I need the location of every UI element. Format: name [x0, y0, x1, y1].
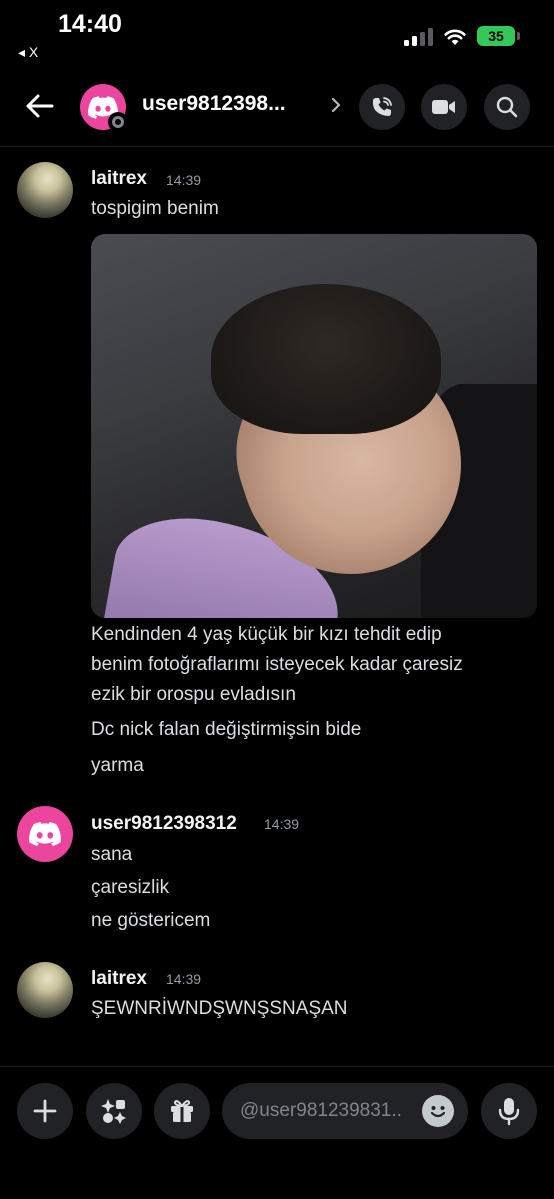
message-input[interactable]: @user981239831..	[222, 1083, 468, 1139]
message-text: yarma	[91, 755, 144, 776]
message-text: benim fotoğraflarımı isteyecek kadar çar…	[91, 654, 463, 675]
gift-icon	[171, 1100, 193, 1122]
status-bar: 14:40 ◂ X 35	[0, 0, 554, 70]
header-divider	[0, 146, 554, 147]
wifi-icon	[444, 29, 466, 45]
emoji-icon[interactable]	[422, 1095, 454, 1127]
battery-icon: 35	[477, 26, 515, 46]
avatar[interactable]	[17, 162, 73, 218]
message-timestamp: 14:39	[166, 172, 202, 188]
message-timestamp: 14:39	[166, 971, 202, 987]
back-to-app-link[interactable]: ◂ X	[18, 44, 38, 61]
header-username[interactable]: user9812398...	[142, 92, 314, 116]
avatar[interactable]	[17, 806, 73, 862]
message-text: tospigim benim	[91, 198, 219, 219]
voice-message-button[interactable]	[481, 1083, 537, 1139]
plus-icon	[33, 1099, 57, 1123]
add-attachment-button[interactable]	[17, 1083, 73, 1139]
avatar[interactable]	[17, 962, 73, 1018]
message-text: Kendinden 4 yaş küçük bir kızı tehdit ed…	[91, 624, 442, 645]
message-text: ne göstericem	[91, 910, 211, 931]
video-call-button[interactable]	[421, 84, 467, 130]
gift-button[interactable]	[154, 1083, 210, 1139]
smiley-face-glyph	[430, 1106, 446, 1118]
message-timestamp: 14:39	[264, 816, 300, 832]
battery-level: 35	[488, 28, 504, 44]
chat-header: user9812398...	[0, 78, 554, 138]
phone-icon	[372, 97, 392, 116]
status-time: 14:40	[58, 10, 122, 38]
battery-tip	[517, 32, 520, 40]
apps-button[interactable]	[86, 1083, 142, 1139]
status-indicator	[108, 112, 128, 132]
message-author[interactable]: laitrex	[91, 168, 147, 190]
message-author[interactable]: laitrex	[91, 968, 147, 990]
message-text: Dc nick falan değiştirmişsin bide	[91, 719, 362, 740]
message-text: sana	[91, 844, 133, 865]
apps-sparkle-icon	[101, 1099, 126, 1124]
video-camera-icon	[432, 100, 455, 114]
message-input-placeholder[interactable]: @user981239831..	[240, 1100, 420, 1122]
message-text: ŞEWNRİWNDŞWNŞSNAŞAN	[91, 998, 348, 1019]
discord-logo-icon	[29, 822, 61, 846]
attached-image[interactable]	[91, 234, 537, 618]
voice-call-button[interactable]	[359, 84, 405, 130]
cellular-signal-icon	[404, 28, 434, 46]
message-author[interactable]: user9812398312	[91, 813, 237, 835]
search-button[interactable]	[484, 84, 530, 130]
back-arrow-icon[interactable]	[22, 88, 58, 124]
microphone-icon	[498, 1098, 520, 1126]
message-text: çaresizlik	[91, 877, 170, 898]
image-hair	[211, 284, 441, 434]
chevron-right-icon[interactable]	[328, 94, 344, 116]
message-text: ezik bir orospu evladısın	[91, 684, 296, 705]
message-composer: @user981239831..	[0, 1066, 554, 1199]
search-icon	[496, 96, 518, 118]
